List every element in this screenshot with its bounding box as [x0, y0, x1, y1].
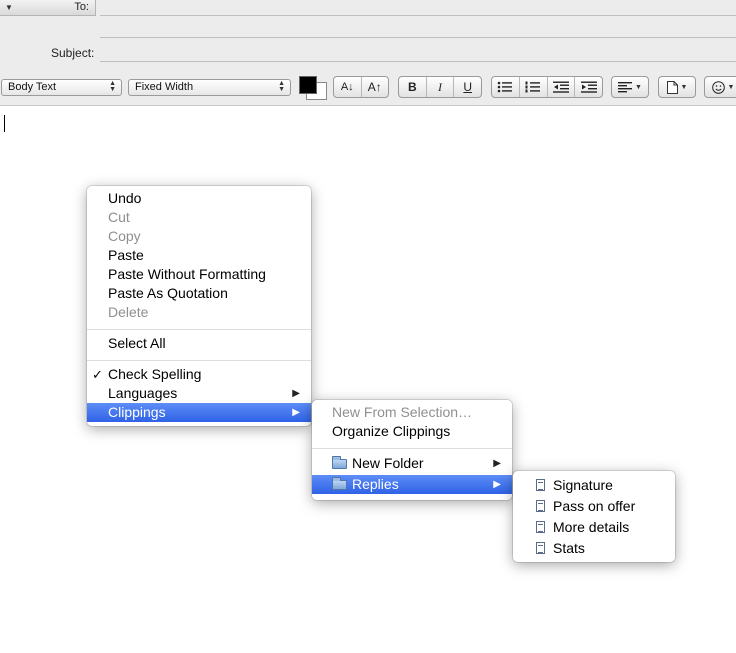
emoji-menu-button[interactable]: ▼: [704, 76, 736, 98]
bold-button[interactable]: B: [399, 77, 427, 97]
submenu-arrow-icon: ▶: [493, 479, 501, 490]
folder-icon: [332, 477, 347, 490]
numbered-list-button[interactable]: [520, 77, 548, 97]
cc-divider: [100, 37, 736, 38]
clippings-submenu: New From Selection… Organize Clippings N…: [312, 400, 512, 500]
font-size-buttons: A↓ A↑: [333, 76, 389, 98]
checkmark-icon: ✓: [92, 367, 103, 382]
menu-item-label: Pass on offer: [553, 498, 636, 514]
style-select-value: Body Text: [8, 81, 57, 93]
menu-item-paste-without-formatting[interactable]: Paste Without Formatting: [87, 265, 311, 284]
menu-item-delete[interactable]: Delete: [87, 303, 311, 322]
updown-arrows-icon: ▲ ▼: [109, 80, 116, 93]
menu-item-label: More details: [553, 519, 630, 535]
submenu-arrow-icon: ▶: [292, 388, 300, 399]
menu-item-check-spelling[interactable]: ✓ Check Spelling: [87, 365, 311, 384]
decrease-indent-button[interactable]: [548, 77, 576, 97]
replies-submenu: Signature Pass on offer More details Sta…: [513, 471, 675, 562]
menu-item-label: Signature: [553, 477, 613, 493]
italic-button[interactable]: I: [427, 77, 455, 97]
menu-item-replies[interactable]: Replies ▶: [312, 475, 512, 494]
context-menu: Undo Cut Copy Paste Paste Without Format…: [87, 186, 311, 426]
style-select[interactable]: Body Text ▲ ▼: [1, 79, 122, 96]
clipping-item-pass-on-offer[interactable]: Pass on offer: [513, 496, 675, 517]
menu-separator: [87, 360, 311, 361]
outdent-icon: [552, 81, 569, 93]
alignment-button[interactable]: ▼: [612, 77, 648, 97]
dropdown-arrow-icon: ▼: [5, 3, 13, 12]
menu-item-undo[interactable]: Undo: [87, 189, 311, 208]
document-icon: [666, 80, 678, 94]
text-style-buttons: B I U: [398, 76, 482, 98]
updown-arrows-icon: ▲ ▼: [278, 80, 285, 93]
subject-field[interactable]: [100, 61, 736, 62]
attachment-button[interactable]: ▼: [659, 77, 695, 97]
menu-item-label: Replies: [352, 476, 399, 492]
subject-label: Subject:: [51, 46, 95, 60]
document-icon: [536, 479, 545, 491]
menu-item-label: Check Spelling: [108, 366, 202, 382]
menu-separator: [312, 448, 512, 449]
smiley-icon: [711, 80, 725, 94]
document-icon: [536, 542, 545, 554]
menu-item-label: Stats: [553, 540, 585, 556]
list-indent-buttons: [491, 76, 603, 98]
align-left-icon: [618, 81, 633, 92]
menu-item-label: Clippings: [108, 404, 166, 420]
text-cursor: [4, 115, 5, 132]
bullet-list-icon: [498, 81, 513, 93]
chevron-down-icon: ▼: [680, 83, 688, 91]
menu-item-clippings[interactable]: Clippings ▶: [87, 403, 311, 422]
to-field-menu[interactable]: ▼ To:: [0, 0, 96, 16]
alignment-menu-button[interactable]: ▼: [611, 76, 649, 98]
menu-separator: [87, 329, 311, 330]
increase-indent-button[interactable]: [575, 77, 602, 97]
numbered-list-icon: [525, 81, 541, 93]
menu-item-paste[interactable]: Paste: [87, 246, 311, 265]
bullet-list-button[interactable]: [492, 77, 520, 97]
font-select[interactable]: Fixed Width ▲ ▼: [128, 79, 291, 96]
chevron-down-icon: ▼: [727, 83, 735, 91]
menu-item-organize-clippings[interactable]: Organize Clippings: [312, 422, 512, 441]
emoji-button[interactable]: ▼: [705, 77, 736, 97]
clipping-item-more-details[interactable]: More details: [513, 517, 675, 538]
attachment-menu-button[interactable]: ▼: [658, 76, 696, 98]
underline-button[interactable]: U: [454, 77, 481, 97]
submenu-arrow-icon: ▶: [292, 407, 300, 418]
text-color-well[interactable]: [299, 76, 317, 94]
document-icon: [536, 500, 545, 512]
menu-item-paste-as-quotation[interactable]: Paste As Quotation: [87, 284, 311, 303]
menu-item-cut[interactable]: Cut: [87, 208, 311, 227]
to-label: To:: [74, 1, 89, 13]
submenu-arrow-icon: ▶: [493, 458, 501, 469]
increase-font-button[interactable]: A↑: [362, 77, 389, 97]
clipping-item-signature[interactable]: Signature: [513, 475, 675, 496]
menu-item-label: Languages: [108, 385, 178, 401]
menu-item-new-from-selection[interactable]: New From Selection…: [312, 403, 512, 422]
decrease-font-button[interactable]: A↓: [334, 77, 362, 97]
menu-item-select-all[interactable]: Select All: [87, 334, 311, 353]
compose-header: ▼ To: Subject: Body Text ▲ ▼ Fixed Width …: [0, 0, 736, 106]
menu-item-copy[interactable]: Copy: [87, 227, 311, 246]
menu-item-languages[interactable]: Languages ▶: [87, 384, 311, 403]
chevron-down-icon: ▼: [635, 83, 642, 91]
menu-item-label: New Folder: [352, 455, 424, 471]
indent-icon: [580, 81, 597, 93]
document-icon: [536, 521, 545, 533]
font-select-value: Fixed Width: [135, 81, 194, 93]
folder-icon: [332, 456, 347, 469]
clipping-item-stats[interactable]: Stats: [513, 538, 675, 559]
menu-item-new-folder[interactable]: New Folder ▶: [312, 454, 512, 473]
to-field[interactable]: [100, 15, 736, 16]
